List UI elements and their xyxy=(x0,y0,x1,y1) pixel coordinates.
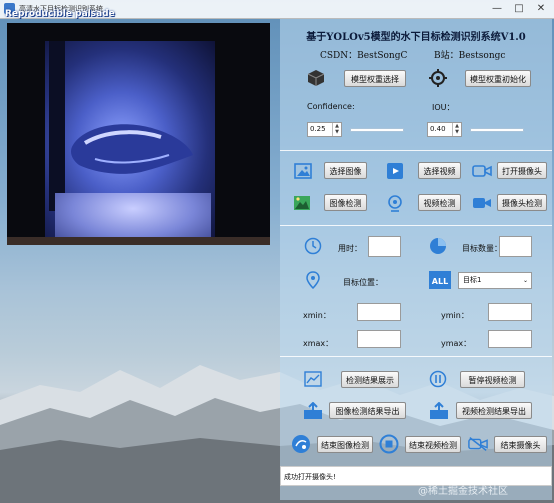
status-message: 成功打开摄像头! xyxy=(284,473,336,481)
xmax-label: xmax： xyxy=(303,339,334,348)
stop-video-icon xyxy=(379,434,399,454)
ymax-field xyxy=(488,330,532,348)
image-icon xyxy=(293,161,313,181)
init-weights-button[interactable]: 模型权重初始化 xyxy=(465,70,531,87)
export-image-button[interactable]: 图像检测结果导出 xyxy=(329,402,406,419)
minimize-icon[interactable]: — xyxy=(486,0,508,18)
image-detect-button[interactable]: 图像检测 xyxy=(324,194,367,211)
confidence-slider[interactable] xyxy=(350,128,404,132)
camera-icon xyxy=(472,161,492,181)
end-camera-button[interactable]: 结束摄像头 xyxy=(494,436,547,453)
export-icon xyxy=(429,401,449,421)
xmin-label: xmin： xyxy=(303,311,331,320)
video-camera-icon xyxy=(472,193,492,213)
csdn-label: CSDN：BestSongC xyxy=(320,51,408,61)
end-video-button[interactable]: 结束视频检测 xyxy=(405,436,461,453)
show-results-button[interactable]: 检测结果展示 xyxy=(341,371,399,388)
count-label: 目标数量： xyxy=(462,244,502,253)
camera-off-icon xyxy=(468,434,488,454)
section-divider xyxy=(280,225,552,226)
gear-icon xyxy=(428,68,448,88)
xmax-field xyxy=(357,330,401,348)
target-select-value: 目标1 xyxy=(463,276,482,284)
section-divider xyxy=(280,356,552,357)
confidence-spinbox[interactable]: 0.25 ▲ ▼ xyxy=(307,122,342,137)
maximize-icon[interactable]: □ xyxy=(508,0,530,18)
confidence-value: 0.25 xyxy=(310,125,326,133)
time-label: 用时： xyxy=(338,244,362,253)
stop-image-icon xyxy=(291,434,311,454)
iou-slider[interactable] xyxy=(470,128,524,132)
position-label: 目标位置： xyxy=(343,278,383,287)
webcam-icon xyxy=(385,193,405,213)
spin-arrows-icon[interactable]: ▲ ▼ xyxy=(332,123,341,136)
iou-label: IOU： xyxy=(432,103,455,112)
chevron-down-icon[interactable]: ⌄ xyxy=(523,273,528,288)
target-select[interactable]: 目标1 ⌄ xyxy=(458,272,532,289)
spin-arrows-icon[interactable]: ▲ ▼ xyxy=(452,123,461,136)
camera-detect-button[interactable]: 摄像头检测 xyxy=(497,194,547,211)
cube-icon xyxy=(306,68,326,88)
xmin-field xyxy=(357,303,401,321)
select-image-button[interactable]: 选择图像 xyxy=(324,162,367,179)
svg-text:ALL: ALL xyxy=(432,277,448,286)
ymin-label: ymin： xyxy=(441,311,469,320)
line-chart-icon xyxy=(303,369,323,389)
time-field xyxy=(368,236,401,257)
control-panel xyxy=(280,19,552,500)
iou-value: 0.40 xyxy=(430,125,446,133)
ymin-field xyxy=(488,303,532,321)
video-bottom-band xyxy=(7,237,270,245)
fish-graphic xyxy=(71,124,193,174)
pause-icon xyxy=(428,369,448,389)
all-targets-icon: ALL xyxy=(429,270,451,290)
pause-video-button[interactable]: 暂停视频检测 xyxy=(460,371,525,388)
video-file-icon xyxy=(385,161,405,181)
watermark: @稀土掘金技术社区 xyxy=(418,486,508,497)
video-detect-button[interactable]: 视频检测 xyxy=(418,194,461,211)
video-display xyxy=(7,23,270,245)
close-icon[interactable]: ✕ xyxy=(530,0,552,18)
end-image-button[interactable]: 结束图像检测 xyxy=(317,436,373,453)
clock-icon xyxy=(303,236,323,256)
ymax-label: ymax： xyxy=(441,339,472,348)
section-divider xyxy=(280,150,552,151)
app-heading: 基于YOLOv5模型的水下目标检测识别系统V1.0 xyxy=(306,32,526,43)
export-icon xyxy=(303,401,323,421)
iou-spinbox[interactable]: 0.40 ▲ ▼ xyxy=(427,122,462,137)
pie-chart-icon xyxy=(428,236,448,256)
open-camera-button[interactable]: 打开摄像头 xyxy=(497,162,547,179)
export-video-button[interactable]: 视频检测结果导出 xyxy=(456,402,532,419)
count-field xyxy=(499,236,532,257)
overlay-caption: Reproducible palsade xyxy=(5,9,115,19)
aquarium-frame-edge xyxy=(49,41,65,211)
select-video-button[interactable]: 选择视频 xyxy=(418,162,461,179)
confidence-label: Confidence: xyxy=(307,102,355,111)
bilibili-label: B站：Bestsongc xyxy=(434,51,506,61)
landscape-image-icon xyxy=(292,193,312,213)
select-weights-button[interactable]: 模型权重选择 xyxy=(344,70,406,87)
location-pin-icon xyxy=(303,270,323,290)
